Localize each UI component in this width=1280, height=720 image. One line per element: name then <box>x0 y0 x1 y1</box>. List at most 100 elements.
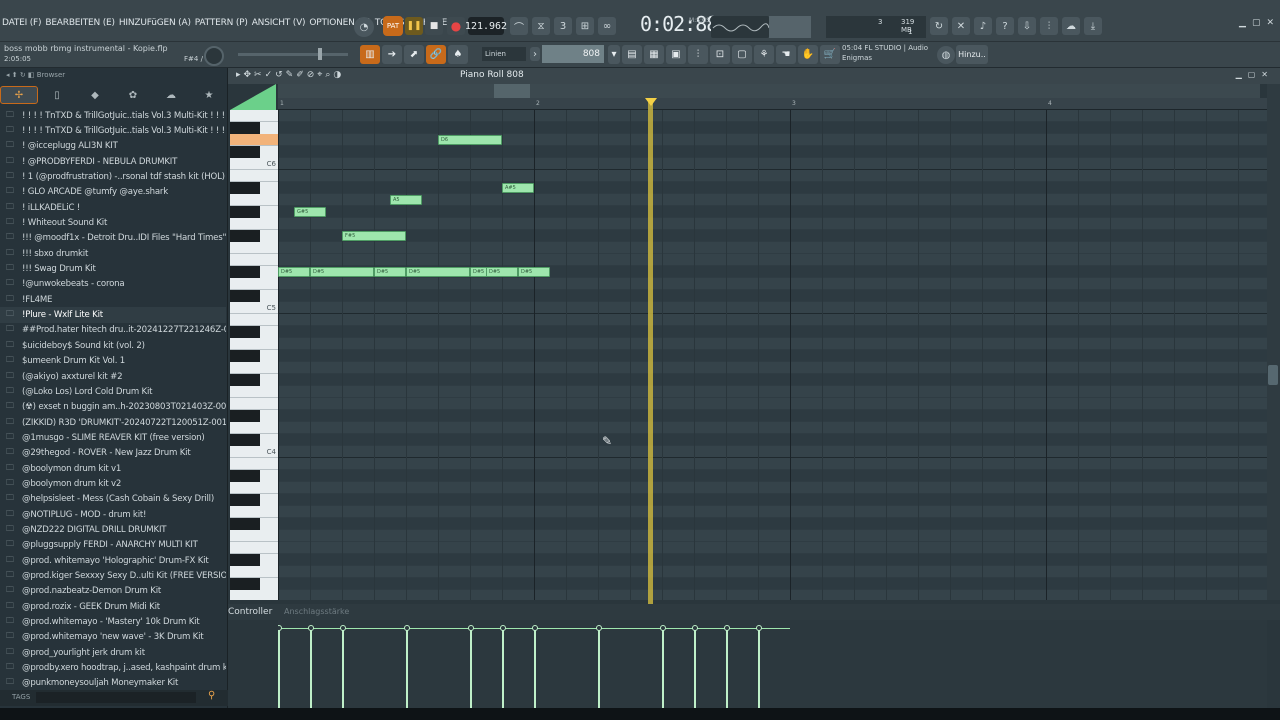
velocity-handle[interactable] <box>340 625 346 631</box>
black-key[interactable] <box>230 350 260 362</box>
globe-icon[interactable]: ◍ <box>937 46 955 64</box>
velocity-handle[interactable] <box>532 625 538 631</box>
menu-item-2[interactable]: HINZUFüGEN (A) <box>117 18 193 34</box>
white-key[interactable] <box>230 170 278 182</box>
black-key[interactable] <box>230 494 260 506</box>
black-key[interactable] <box>230 146 260 158</box>
menu-item-4[interactable]: ANSICHT (V) <box>250 18 308 34</box>
white-key[interactable] <box>230 134 278 146</box>
browser-folder-item[interactable]: @NZD222 DIGITAL DRILL DRUMKIT <box>0 522 226 537</box>
black-key[interactable] <box>230 434 260 446</box>
step-edit-icon[interactable]: ⊞ <box>576 17 594 35</box>
black-key[interactable] <box>230 266 260 278</box>
controller-target[interactable]: Anschlagsstärke <box>284 607 349 616</box>
mixer-icon[interactable]: ⫶ <box>1040 17 1058 35</box>
note-grid[interactable]: D#5 G#5 D#5 F#5 D#5 A5 D#5 D6 D#5 D#5 A#5 D#5 <box>278 110 1267 600</box>
velocity-stem[interactable] <box>406 626 408 708</box>
arrow-right-icon[interactable]: ➔ <box>382 45 402 64</box>
velocity-handle[interactable] <box>308 625 314 631</box>
browser-folder-item[interactable]: !!! sbxo drumkit <box>0 246 226 261</box>
vertical-scroll-thumb[interactable] <box>1268 365 1278 385</box>
black-key[interactable] <box>230 578 260 590</box>
close-all-icon[interactable]: ✕ <box>952 17 970 35</box>
velocity-handle[interactable] <box>596 625 602 631</box>
search-icon[interactable]: ⚲ <box>208 690 215 701</box>
white-key[interactable] <box>230 590 278 600</box>
browser-icon[interactable]: ▢ <box>732 45 752 64</box>
white-key[interactable] <box>230 194 278 206</box>
black-key[interactable] <box>230 326 260 338</box>
tab-plugins[interactable]: ◆ <box>76 86 114 104</box>
playhead-marker[interactable] <box>645 98 658 106</box>
browser-folder-item[interactable]: ! @PRODBYFERDI - NEBULA DRUMKIT <box>0 154 226 169</box>
master-volume-knob[interactable] <box>204 46 224 66</box>
snap-select[interactable]: Linien <box>482 47 526 61</box>
note[interactable]: D#5 <box>486 267 518 277</box>
browser-folder-item[interactable]: ! GLO ARCADE @tumfy @aye.shark <box>0 185 226 200</box>
note[interactable]: D#5 <box>374 267 406 277</box>
chat-icon[interactable]: ☁ <box>1062 17 1080 35</box>
link-icon[interactable]: 🔗 <box>426 45 446 64</box>
maximize-icon[interactable]: ▢ <box>1252 18 1261 28</box>
menu-item-3[interactable]: PATTERN (P) <box>193 18 250 34</box>
browser-folder-item[interactable]: @punkmoneysouljah Moneymaker Kit <box>0 676 226 690</box>
channel-rack-icon[interactable]: ▣ <box>666 45 686 64</box>
velocity-handle[interactable] <box>468 625 474 631</box>
tab-plugin-database[interactable]: ✿ <box>114 86 152 104</box>
timeline-ruler[interactable] <box>278 98 1267 110</box>
metronome-icon[interactable]: ⌒ <box>510 17 528 35</box>
browser-folder-item[interactable]: @prod. whitemayo 'Holographic' Drum-FX K… <box>0 553 226 568</box>
piano-keyboard[interactable]: C6 C5 C4 <box>230 110 278 600</box>
browser-folder-item[interactable]: ! @icceplugg ALI3N KIT <box>0 139 226 154</box>
save-icon[interactable]: ⤓ <box>1084 17 1102 35</box>
menu-item-0[interactable]: DATEI (F) <box>0 18 43 34</box>
vertical-scrollbar[interactable] <box>1267 84 1280 600</box>
overview-view-window[interactable] <box>494 84 530 98</box>
browser-folder-item[interactable]: @boolymon drum kit v1 <box>0 461 226 476</box>
white-key[interactable] <box>230 338 278 350</box>
velocity-handle[interactable] <box>692 625 698 631</box>
plugin-picker-icon[interactable]: ⚘ <box>754 45 774 64</box>
white-key[interactable] <box>230 482 278 494</box>
mixer-icon[interactable]: ⫶ <box>688 45 708 64</box>
add-button[interactable]: Hinzu.. <box>956 45 988 64</box>
velocity-stem[interactable] <box>726 626 728 708</box>
black-key[interactable] <box>230 230 260 242</box>
browser-folder-item[interactable]: ! ! ! ! TnTXD & TrillGotJuic..tials Vol.… <box>0 123 226 138</box>
snap-icon[interactable]: ⬈ <box>404 45 424 64</box>
browser-folder-item[interactable]: @29thegod - ROVER - New Jazz Drum Kit <box>0 446 226 461</box>
stopwatch-icon[interactable]: ◔ <box>354 17 374 37</box>
chevron-right-icon[interactable]: › <box>530 47 540 61</box>
browser-folder-item[interactable]: ! ! ! ! TnTXD & TrillGotJuic..tials Vol.… <box>0 108 226 123</box>
typing-keyboard-icon[interactable]: ♠ <box>448 45 468 64</box>
velocity-handle[interactable] <box>724 625 730 631</box>
browser-folder-item[interactable]: @prod.whitemayo 'new wave' - 3K Drum Kit <box>0 630 226 645</box>
piano-roll-icon[interactable]: ▦ <box>644 45 664 64</box>
tab-cloud[interactable]: ☁ <box>152 86 190 104</box>
help-icon[interactable]: ? <box>996 17 1014 35</box>
channel-settings-icon[interactable]: ⊡ <box>710 45 730 64</box>
velocity-handle[interactable] <box>500 625 506 631</box>
black-key[interactable] <box>230 374 260 386</box>
browser-folder-item[interactable]: (☢) exset n buggin am..h-20230803T021403… <box>0 400 226 415</box>
white-key[interactable] <box>230 278 278 290</box>
note[interactable]: D#5 <box>278 267 310 277</box>
velocity-stem[interactable] <box>694 626 696 708</box>
note[interactable]: D#5 <box>310 267 374 277</box>
velocity-stem[interactable] <box>662 626 664 708</box>
note[interactable]: F#5 <box>342 231 406 241</box>
note[interactable]: D#5 <box>406 267 470 277</box>
black-key[interactable] <box>230 182 260 194</box>
tab-all[interactable]: ✢ <box>0 86 38 104</box>
velocity-stem[interactable] <box>278 626 280 708</box>
note[interactable]: D#5 <box>518 267 550 277</box>
shop-icon[interactable]: 🛒 <box>820 45 840 64</box>
touch-controller-icon[interactable]: ☚ <box>776 45 796 64</box>
keyboard-icon[interactable]: ▥ <box>360 45 380 64</box>
browser-folder-item[interactable]: @pluggsupply FERDI - ANARCHY MULTI KIT <box>0 538 226 553</box>
browser-folder-item[interactable]: (@Loko Los) Lord Cold Drum Kit <box>0 384 226 399</box>
note[interactable]: A#5 <box>502 183 534 193</box>
browser-folder-item[interactable]: !@unwokebeats - corona <box>0 277 226 292</box>
note[interactable]: A5 <box>390 195 422 205</box>
note[interactable]: G#5 <box>294 207 326 217</box>
